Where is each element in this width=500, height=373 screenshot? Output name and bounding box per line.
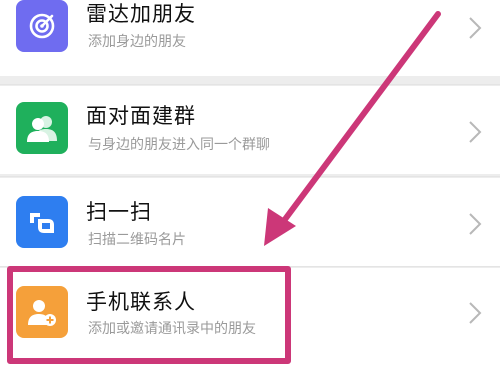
list-item-radar[interactable]: 雷达加朋友 添加身边的朋友 [0, 0, 500, 76]
item-subtitle: 添加身边的朋友 [88, 34, 186, 50]
item-subtitle: 与身边的朋友进入同一个群聊 [88, 137, 270, 153]
chevron-right-icon [469, 213, 482, 235]
item-title: 面对面建群 [86, 104, 196, 128]
group-people-icon [16, 102, 68, 154]
list-item-phone-contacts[interactable]: 手机联系人 添加或邀请通讯录中的朋友 [0, 268, 500, 373]
list-item-scan[interactable]: 扫一扫 扫描二维码名片 [0, 178, 500, 266]
scan-icon [16, 196, 68, 248]
item-subtitle: 添加或邀请通讯录中的朋友 [88, 321, 256, 337]
add-contact-icon [16, 286, 68, 338]
divider [0, 266, 500, 267]
radar-icon [16, 0, 68, 52]
chevron-right-icon [469, 302, 482, 324]
chevron-right-icon [469, 121, 482, 143]
item-subtitle: 扫描二维码名片 [88, 232, 186, 248]
item-title: 扫一扫 [86, 200, 152, 224]
item-title: 手机联系人 [86, 290, 196, 314]
chevron-right-icon [469, 17, 482, 39]
divider [0, 176, 500, 177]
divider [0, 84, 500, 85]
list-item-face-to-face-group[interactable]: 面对面建群 与身边的朋友进入同一个群聊 [0, 86, 500, 174]
item-title: 雷达加朋友 [86, 2, 196, 26]
